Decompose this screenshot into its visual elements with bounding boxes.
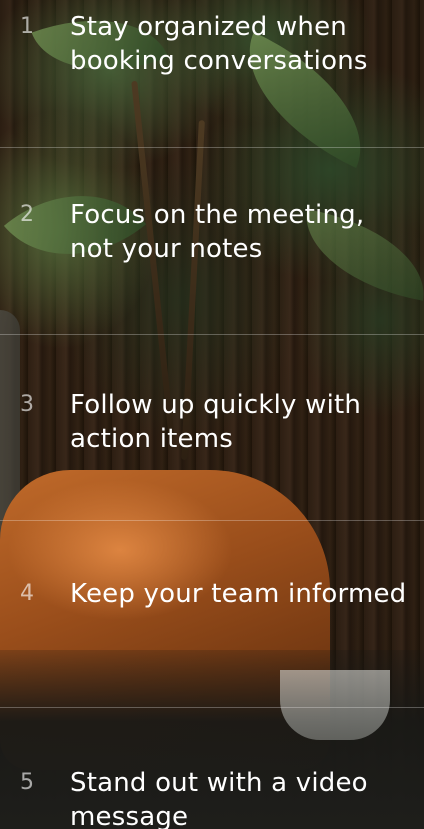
feature-title: Keep your team informed — [70, 579, 407, 609]
feature-number: 3 — [20, 392, 34, 417]
divider — [0, 520, 424, 521]
divider — [0, 707, 424, 708]
feature-title: Stay organized when booking conversation… — [70, 12, 368, 76]
divider — [0, 334, 424, 335]
feature-title: Follow up quickly with action items — [70, 390, 362, 454]
feature-number: 4 — [20, 581, 34, 606]
feature-number: 2 — [20, 202, 34, 227]
feature-number: 1 — [20, 14, 34, 39]
feature-number: 5 — [20, 770, 34, 795]
feature-title: Focus on the meeting, not your notes — [70, 200, 365, 264]
divider — [0, 147, 424, 148]
feature-list: 1 Stay organized when booking conversati… — [0, 0, 424, 829]
feature-title: Stand out with a video message — [70, 768, 368, 829]
